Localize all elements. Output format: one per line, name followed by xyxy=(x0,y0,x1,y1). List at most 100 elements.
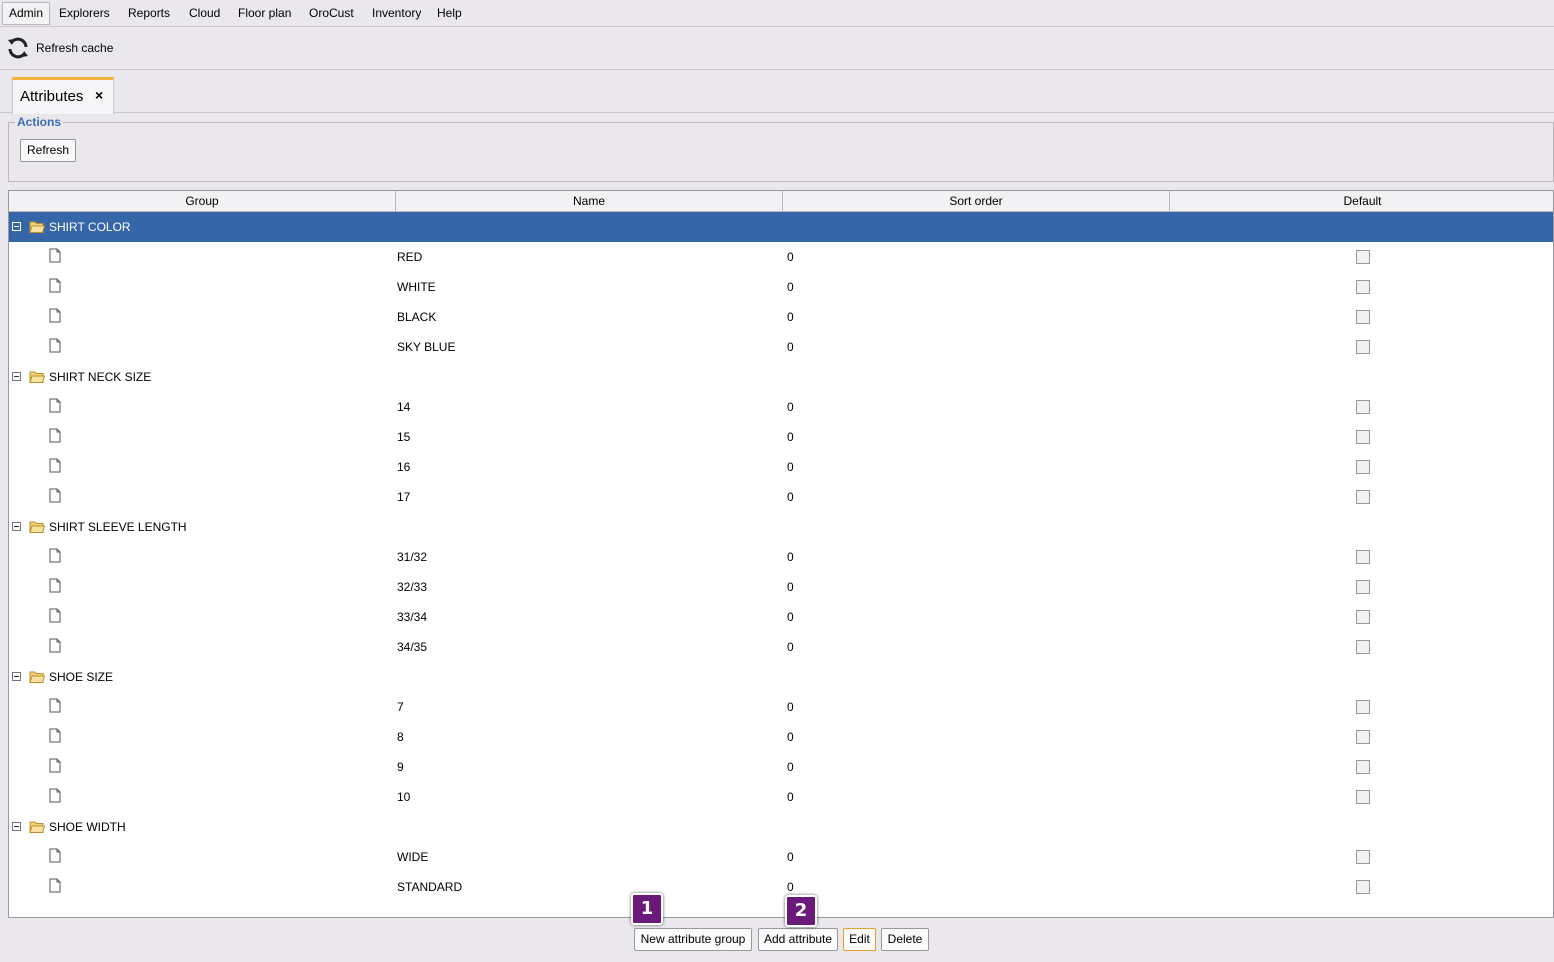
attribute-name: 34/35 xyxy=(397,640,428,654)
group-label: SHOE SIZE xyxy=(49,670,114,684)
actions-panel: Actions Refresh xyxy=(8,116,1554,182)
new-attribute-group-button[interactable]: New attribute group xyxy=(634,928,752,951)
attribute-row[interactable]: STANDARD 0 xyxy=(9,872,1553,902)
attribute-row[interactable]: 90 xyxy=(9,752,1553,782)
attribute-row[interactable]: 33/34 0 xyxy=(9,602,1553,632)
attribute-name: 14 xyxy=(397,400,411,414)
add-attribute-button[interactable]: Add attribute xyxy=(758,928,838,951)
refresh-button[interactable]: Refresh xyxy=(20,139,76,162)
menu-admin[interactable]: Admin xyxy=(2,2,51,25)
group-row[interactable]: SHIRT SLEEVE LENGTH xyxy=(9,512,1553,542)
column-header-sort-order[interactable]: Sort order xyxy=(783,191,1170,211)
default-checkbox[interactable] xyxy=(1356,250,1370,264)
default-checkbox[interactable] xyxy=(1356,850,1370,864)
menu-inventory[interactable]: Inventory xyxy=(366,2,427,25)
document-icon xyxy=(49,338,61,353)
document-icon xyxy=(49,638,61,653)
attribute-sort-order: 0 xyxy=(787,430,794,444)
attribute-row[interactable]: WIDE 0 xyxy=(9,842,1553,872)
default-checkbox[interactable] xyxy=(1356,790,1370,804)
default-checkbox[interactable] xyxy=(1356,280,1370,294)
default-checkbox[interactable] xyxy=(1356,430,1370,444)
tab-attributes[interactable]: Attributes × xyxy=(12,77,114,114)
attribute-row[interactable]: 14 0 xyxy=(9,392,1553,422)
document-icon xyxy=(49,458,61,473)
group-label: SHOE WIDTH xyxy=(49,820,126,834)
attributes-table: Group Name Sort order Default SHIRT COLO… xyxy=(8,190,1554,918)
attribute-name: WIDE xyxy=(397,850,429,864)
folder-open-icon xyxy=(29,370,46,384)
close-icon[interactable]: × xyxy=(95,87,103,103)
attribute-row[interactable]: 16 0 xyxy=(9,452,1553,482)
collapse-toggle-icon[interactable] xyxy=(12,372,21,381)
edit-button[interactable]: Edit xyxy=(843,928,876,951)
document-icon xyxy=(49,878,61,893)
default-checkbox[interactable] xyxy=(1356,460,1370,474)
group-row[interactable]: SHOE SIZE xyxy=(9,662,1553,692)
menu-cloud[interactable]: Cloud xyxy=(183,2,226,25)
attribute-row[interactable]: 32/33 0 xyxy=(9,572,1553,602)
attribute-name: 15 xyxy=(397,430,411,444)
document-icon xyxy=(49,608,61,623)
document-icon xyxy=(49,278,61,293)
delete-button[interactable]: Delete xyxy=(881,928,929,951)
collapse-toggle-icon[interactable] xyxy=(12,822,21,831)
attribute-row[interactable]: 15 0 xyxy=(9,422,1553,452)
refresh-cache-button[interactable]: Refresh cache xyxy=(6,35,113,61)
attribute-row[interactable]: WHITE 0 xyxy=(9,272,1553,302)
attribute-row[interactable]: 17 0 xyxy=(9,482,1553,512)
attribute-row[interactable]: SKY BLUE 0 xyxy=(9,332,1553,362)
attribute-sort-order: 0 xyxy=(787,700,794,714)
attribute-row[interactable]: 80 xyxy=(9,722,1553,752)
attribute-row[interactable]: 31/32 0 xyxy=(9,542,1553,572)
default-checkbox[interactable] xyxy=(1356,340,1370,354)
menu-reports[interactable]: Reports xyxy=(122,2,176,25)
attribute-row[interactable]: 10 0 xyxy=(9,782,1553,812)
group-row[interactable]: SHIRT COLOR xyxy=(9,212,1553,242)
default-checkbox[interactable] xyxy=(1356,610,1370,624)
default-checkbox[interactable] xyxy=(1356,310,1370,324)
group-label: SHIRT SLEEVE LENGTH xyxy=(49,520,187,534)
attribute-row[interactable]: RED 0 xyxy=(9,242,1553,272)
default-checkbox[interactable] xyxy=(1356,550,1370,564)
collapse-toggle-icon[interactable] xyxy=(12,222,21,231)
default-checkbox[interactable] xyxy=(1356,700,1370,714)
group-row[interactable]: SHOE WIDTH xyxy=(9,812,1553,842)
default-checkbox[interactable] xyxy=(1356,730,1370,744)
attribute-sort-order: 0 xyxy=(787,580,794,594)
column-header-default[interactable]: Default xyxy=(1170,191,1553,211)
attribute-name: 8 xyxy=(397,730,404,744)
default-checkbox[interactable] xyxy=(1356,490,1370,504)
document-icon xyxy=(49,728,61,743)
attribute-sort-order: 0 xyxy=(787,280,794,294)
attribute-sort-order: 0 xyxy=(787,550,794,564)
column-header-group[interactable]: Group xyxy=(9,191,396,211)
attribute-row[interactable]: 70 xyxy=(9,692,1553,722)
attribute-row[interactable]: 34/35 0 xyxy=(9,632,1553,662)
document-icon xyxy=(49,488,61,503)
menu-floor-plan[interactable]: Floor plan xyxy=(232,2,297,25)
attribute-name: STANDARD xyxy=(397,880,463,894)
bottom-button-bar: New attribute group Add attribute Edit D… xyxy=(8,918,1554,958)
attribute-sort-order: 0 xyxy=(787,760,794,774)
column-header-name[interactable]: Name xyxy=(396,191,783,211)
menu-orocust[interactable]: OroCust xyxy=(303,2,360,25)
collapse-toggle-icon[interactable] xyxy=(12,522,21,531)
menu-help[interactable]: Help xyxy=(431,2,468,25)
attribute-sort-order: 0 xyxy=(787,790,794,804)
default-checkbox[interactable] xyxy=(1356,760,1370,774)
default-checkbox[interactable] xyxy=(1356,880,1370,894)
folder-open-icon xyxy=(29,670,46,684)
menu-explorers[interactable]: Explorers xyxy=(53,2,116,25)
group-row[interactable]: SHIRT NECK SIZE xyxy=(9,362,1553,392)
default-checkbox[interactable] xyxy=(1356,400,1370,414)
attribute-name: BLACK xyxy=(397,310,437,324)
refresh-cache-label: Refresh cache xyxy=(36,41,114,55)
attribute-name: 31/32 xyxy=(397,550,428,564)
group-label: SHIRT NECK SIZE xyxy=(49,370,152,384)
callout-badge-2: 2 xyxy=(785,895,817,927)
default-checkbox[interactable] xyxy=(1356,580,1370,594)
default-checkbox[interactable] xyxy=(1356,640,1370,654)
attribute-row[interactable]: BLACK 0 xyxy=(9,302,1553,332)
collapse-toggle-icon[interactable] xyxy=(12,672,21,681)
